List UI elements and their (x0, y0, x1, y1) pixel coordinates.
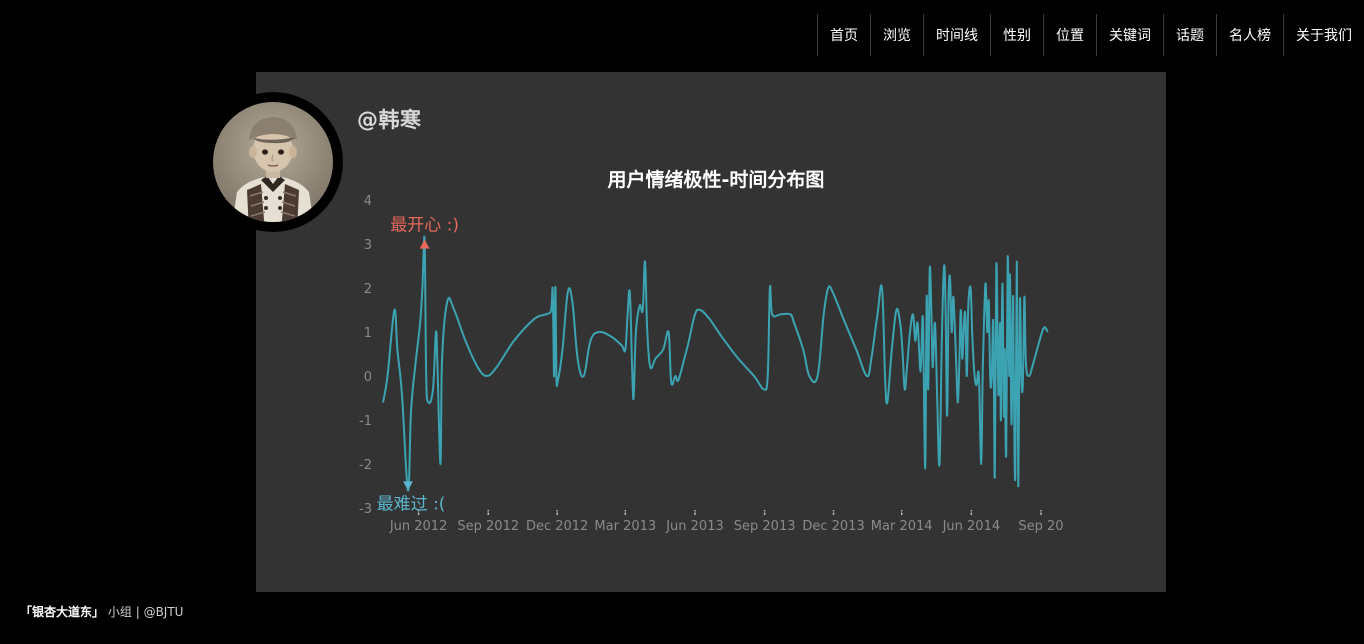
nav-item-location[interactable]: 位置 (1043, 14, 1096, 56)
x-tick-label: Dec 2012 (526, 519, 588, 534)
y-tick-label: 0 (364, 370, 372, 385)
nav-item-about[interactable]: 关于我们 (1283, 14, 1364, 56)
nav-item-keywords[interactable]: 关键词 (1096, 14, 1163, 56)
nav-item-topics[interactable]: 话题 (1163, 14, 1216, 56)
x-tick-label: Sep 2012 (457, 519, 519, 534)
footer-group: 小组 (107, 605, 132, 619)
footer-handle[interactable]: @BJTU (144, 605, 184, 619)
x-tick-label: Mar 2013 (594, 519, 656, 534)
min-marker-triangle (402, 481, 413, 491)
x-tick-label: Mar 2014 (871, 519, 933, 534)
top-nav: 首页 浏览 时间线 性别 位置 关键词 话题 名人榜 关于我们 (817, 14, 1364, 56)
y-tick-label: 4 (364, 194, 372, 209)
max-marker-triangle (419, 239, 430, 249)
x-tick-label: Jun 2014 (942, 519, 1001, 534)
x-axis: Jun 2012 Sep 2012 Dec 2012 Mar 2013 Jun 2013… (389, 510, 1064, 534)
y-tick-label: 1 (364, 326, 372, 341)
y-tick-label: 3 (364, 238, 372, 253)
x-tick-label: Jun 2012 (389, 519, 448, 534)
footer-brand: 「银杏大道东」 (20, 605, 105, 619)
y-tick-label: 2 (364, 282, 372, 297)
x-tick-label: Sep 20 (1018, 519, 1063, 534)
x-tick-label: Dec 2013 (802, 519, 864, 534)
footer-separator: | (135, 605, 140, 619)
max-annotation-label: 最开心 :) (390, 216, 459, 236)
nav-item-celebrities[interactable]: 名人榜 (1216, 14, 1283, 56)
sentiment-chart: 用户情绪极性-时间分布图 4 3 2 1 0 -1 -2 -3 Jun 2012 Sep 201… (359, 168, 1066, 534)
x-tick-label: Sep 2013 (734, 519, 796, 534)
y-tick-label: -1 (359, 414, 372, 429)
footer: 「银杏大道东」 小组 | @BJTU (20, 603, 183, 620)
x-tick-label: Jun 2013 (665, 519, 724, 534)
min-annotation-label: 最难过 :( (377, 494, 446, 514)
nav-item-gender[interactable]: 性别 (990, 14, 1043, 56)
y-axis: 4 3 2 1 0 -1 -2 -3 (359, 194, 372, 517)
chart-title: 用户情绪极性-时间分布图 (608, 168, 825, 191)
nav-item-home[interactable]: 首页 (817, 14, 870, 56)
nav-item-timeline[interactable]: 时间线 (923, 14, 990, 56)
y-tick-label: -3 (359, 502, 372, 517)
series-line (382, 235, 1049, 492)
nav-item-browse[interactable]: 浏览 (870, 14, 923, 56)
y-tick-label: -2 (359, 458, 372, 473)
